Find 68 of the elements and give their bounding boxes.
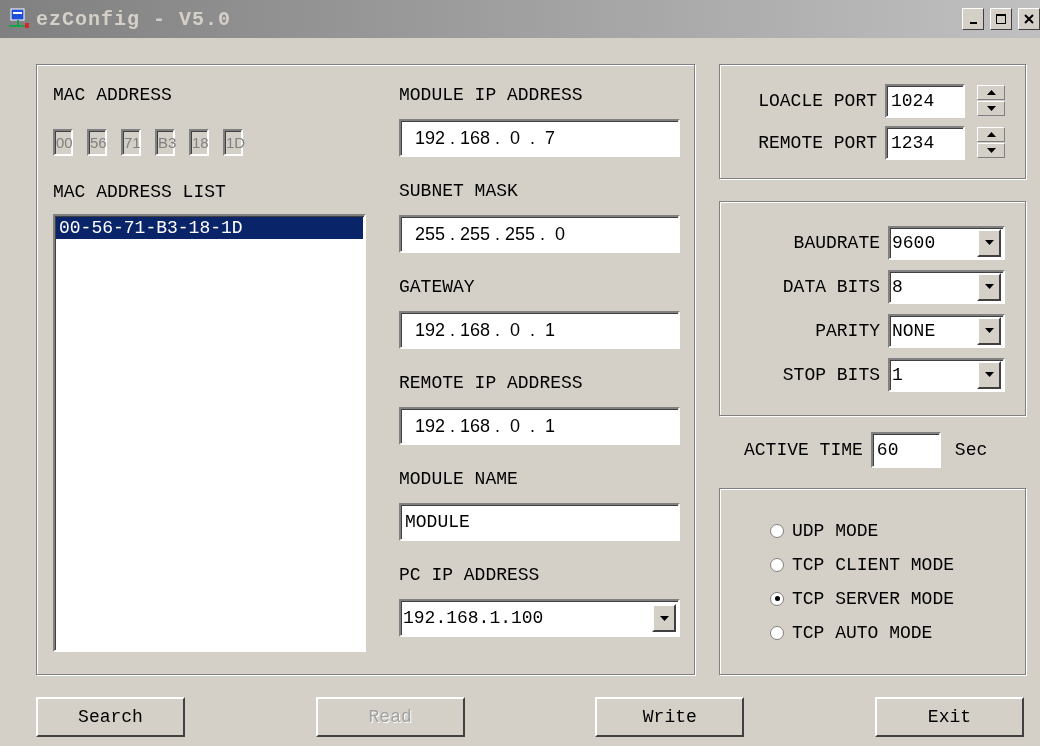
field-label: BAUDRATE	[793, 232, 880, 253]
dropdown-field[interactable]: 192.168.1.100	[399, 599, 680, 637]
field-label: ACTIVE TIME	[744, 440, 863, 460]
caret-icon	[984, 284, 994, 289]
field-label: SUBNET MASK	[399, 181, 519, 201]
input-field[interactable]: 1024	[885, 83, 965, 118]
input-field[interactable]: 1234	[885, 125, 965, 160]
radio-label: TCP CLIENT MODE	[792, 554, 955, 575]
close-icon	[1024, 14, 1034, 24]
radio-button[interactable]	[770, 557, 784, 572]
window-title: ezConfig - V5.0	[36, 7, 233, 31]
unit-label: Sec	[954, 440, 988, 460]
field-label: STOP BITS	[782, 364, 880, 385]
action-button[interactable]: Write	[595, 697, 745, 737]
dropdown-button[interactable]	[977, 228, 1001, 257]
caret-icon	[984, 328, 994, 333]
dropdown-button[interactable]	[977, 360, 1001, 389]
minimize-button[interactable]	[962, 8, 984, 30]
dropdown-button[interactable]	[977, 272, 1001, 301]
spin-down-button[interactable]	[977, 101, 1005, 116]
field-label: PARITY	[815, 320, 880, 341]
input-field[interactable]: 60	[870, 432, 941, 468]
spin-up-button[interactable]	[977, 85, 1005, 100]
field-label: MAC ADDRESS	[53, 85, 173, 105]
field-label: MAC ADDRESS LIST	[53, 182, 227, 202]
ip-address-field[interactable]: 192 . 168 . 0 . 1	[399, 407, 680, 445]
down-arrow-icon	[986, 148, 996, 153]
dropdown-field[interactable]: 9600	[888, 225, 1005, 260]
close-button[interactable]	[1018, 8, 1040, 30]
ip-address-field[interactable]: 192 . 168 . 0 . 1	[399, 311, 680, 349]
action-button[interactable]: Search	[36, 697, 185, 737]
dropdown-field[interactable]: 1	[888, 357, 1005, 392]
maximize-icon	[996, 14, 1006, 24]
field-label: MODULE NAME	[399, 469, 519, 489]
field-label: LOACLE PORT	[758, 90, 877, 111]
network-icon	[8, 8, 30, 30]
ip-address-field[interactable]: 255 . 255 . 255 . 0	[399, 215, 680, 253]
dropdown-field[interactable]: 8	[888, 269, 1005, 304]
ip-address-field[interactable]: 192 . 168 . 0 . 7	[399, 119, 680, 157]
field-label: GATEWAY	[399, 277, 476, 297]
radio-button[interactable]	[770, 591, 784, 606]
dropdown-field[interactable]: NONE	[888, 313, 1005, 348]
radio-label: UDP MODE	[792, 520, 879, 541]
spin-down-button[interactable]	[977, 143, 1005, 158]
caret-icon	[984, 240, 994, 245]
radio-label: TCP SERVER MODE	[792, 588, 955, 609]
minimize-icon	[969, 22, 977, 24]
radio-button[interactable]	[770, 523, 784, 538]
field-label: REMOTE IP ADDRESS	[399, 373, 584, 393]
input-field[interactable]: MODULE	[399, 503, 680, 541]
maximize-button[interactable]	[990, 8, 1012, 30]
field-label: PC IP ADDRESS	[399, 565, 541, 585]
up-arrow-icon	[986, 90, 996, 95]
caret-icon	[984, 372, 994, 377]
action-button[interactable]: Exit	[874, 697, 1024, 737]
list-item[interactable]: 00-56-71-B3-18-1D	[56, 217, 363, 239]
caret-icon	[659, 615, 669, 621]
field-label: REMOTE PORT	[758, 132, 877, 153]
spin-up-button[interactable]	[977, 127, 1005, 142]
down-arrow-icon	[986, 106, 996, 111]
radio-label: TCP AUTO MODE	[792, 622, 933, 643]
dropdown-button[interactable]	[977, 316, 1001, 345]
up-arrow-icon	[986, 132, 996, 137]
mac-address-list[interactable]: 00-56-71-B3-18-1D	[53, 214, 366, 652]
radio-button[interactable]	[770, 625, 784, 640]
field-label: MODULE IP ADDRESS	[399, 85, 584, 105]
dropdown-button[interactable]	[652, 604, 676, 632]
field-label: DATA BITS	[782, 276, 880, 297]
